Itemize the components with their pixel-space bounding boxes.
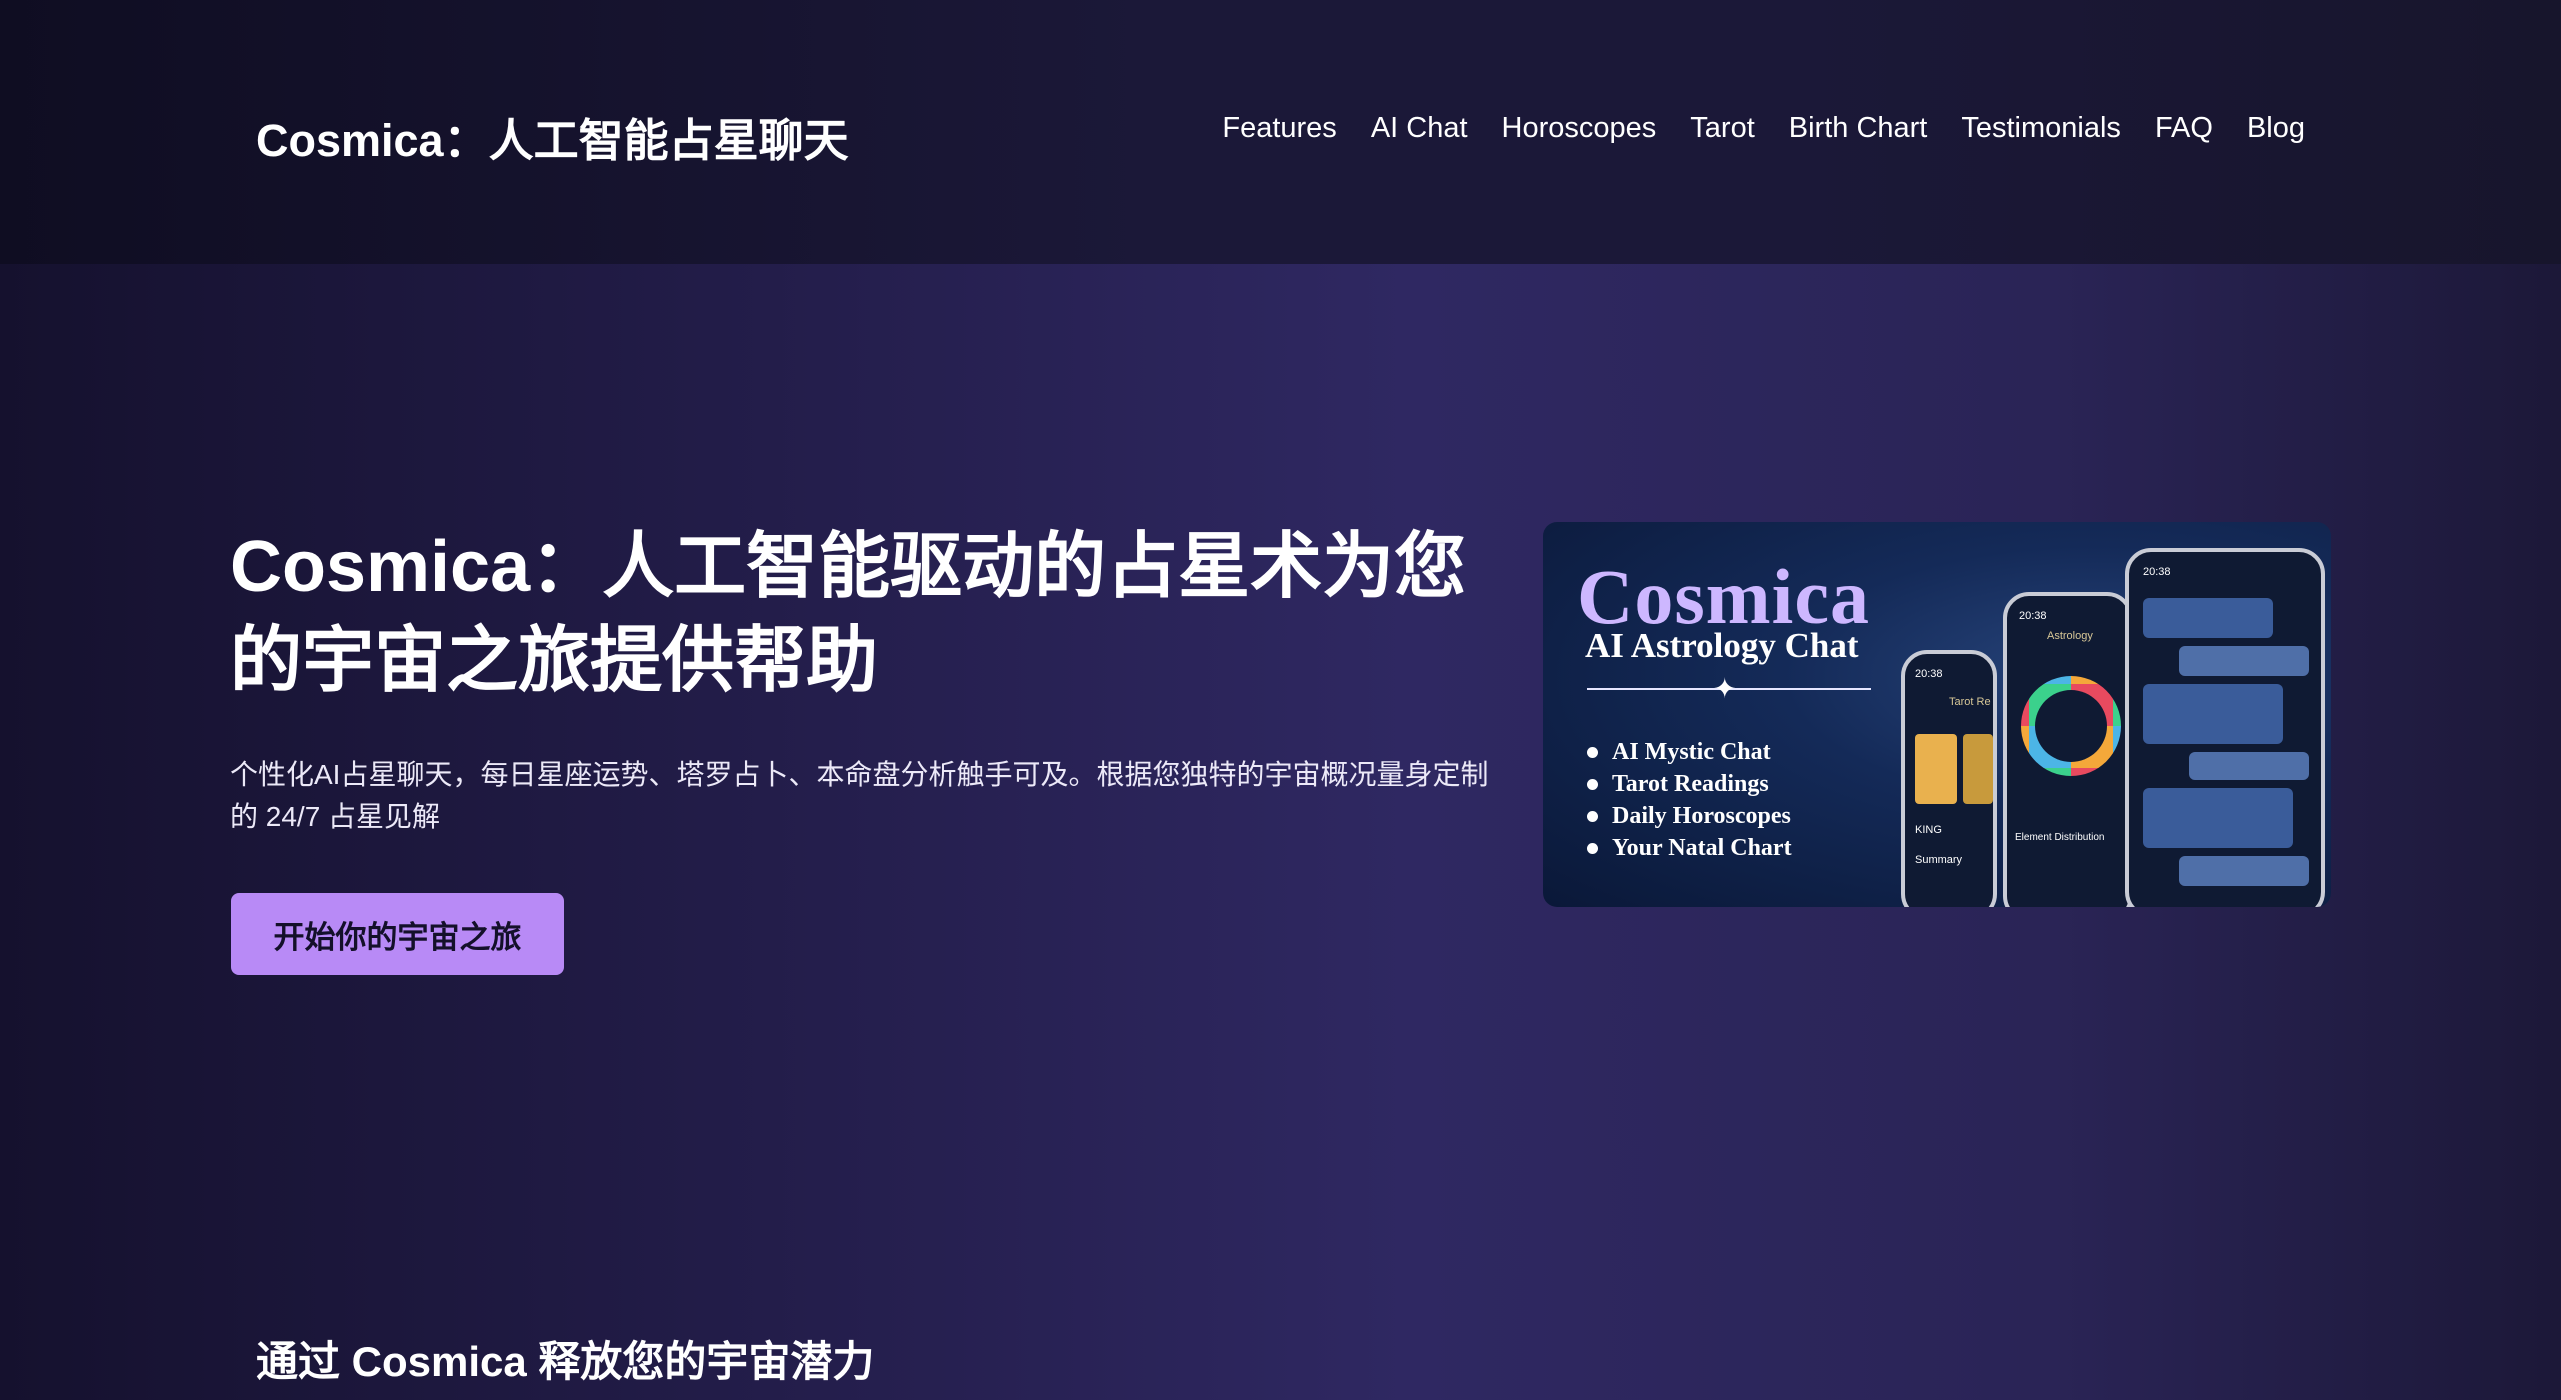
bullet-icon	[1587, 778, 1598, 790]
chat-bubble	[2143, 598, 2273, 638]
promo-feature-list: AI Mystic Chat Tarot Readings Daily Horo…	[1587, 736, 1792, 864]
hero-subtitle: 个性化AI占星聊天，每日星座运势、塔罗占卜、本命盘分析触手可及。根据您独特的宇宙…	[230, 759, 1489, 832]
site-header: Cosmica：人工智能占星聊天 Features AI Chat Horosc…	[0, 0, 2561, 264]
nav-link-birth-chart[interactable]: Birth Chart	[1789, 112, 1928, 145]
tarot-card-image	[1915, 734, 1957, 804]
nav-link-horoscopes[interactable]: Horoscopes	[1502, 112, 1657, 145]
phone-mockup-astrology: 20:38 Astrology Element Distribution	[2003, 592, 2133, 907]
sparkle-icon: ✦	[1713, 673, 1737, 704]
chat-bubble	[2143, 684, 2283, 744]
promo-feature-item: Daily Horoscopes	[1587, 800, 1792, 832]
app-promo-image: Cosmica AI Astrology Chat ✦ AI Mystic Ch…	[1543, 522, 2331, 907]
chat-bubble	[2179, 646, 2309, 676]
phone-mockup-chat: 20:38	[2125, 548, 2325, 907]
nav-link-testimonials[interactable]: Testimonials	[1961, 112, 2121, 145]
chat-bubble	[2143, 788, 2293, 848]
nav-link-faq[interactable]: FAQ	[2155, 112, 2213, 145]
nav-link-blog[interactable]: Blog	[2247, 112, 2305, 145]
bullet-icon	[1587, 810, 1598, 822]
hero-title: Cosmica：人工智能驱动的占星术为您的宇宙之旅提供帮助	[230, 527, 1467, 701]
natal-chart-wheel-icon	[2021, 676, 2121, 776]
phone-mockup-tarot: 20:38 Tarot Re KING Summary	[1901, 650, 1997, 907]
chat-bubble	[2189, 752, 2309, 780]
bullet-icon	[1587, 746, 1598, 758]
promo-feature-item: Tarot Readings	[1587, 768, 1792, 800]
main-nav: Features AI Chat Horoscopes Tarot Birth …	[1222, 112, 2305, 145]
promo-feature-item: Your Natal Chart	[1587, 832, 1792, 864]
bullet-icon	[1587, 842, 1598, 854]
section-title: 通过 Cosmica 释放您的宇宙潜力	[256, 1338, 875, 1385]
nav-link-ai-chat[interactable]: AI Chat	[1371, 112, 1468, 145]
start-journey-button[interactable]: 开始你的宇宙之旅	[231, 893, 564, 975]
nav-link-tarot[interactable]: Tarot	[1690, 112, 1754, 145]
promo-feature-item: AI Mystic Chat	[1587, 736, 1792, 768]
brand-logo[interactable]: Cosmica：人工智能占星聊天	[256, 104, 849, 169]
promo-subtitle: AI Astrology Chat	[1585, 626, 1859, 665]
tarot-card-image	[1963, 734, 1993, 804]
nav-link-features[interactable]: Features	[1222, 112, 1336, 145]
chat-bubble	[2179, 856, 2309, 886]
